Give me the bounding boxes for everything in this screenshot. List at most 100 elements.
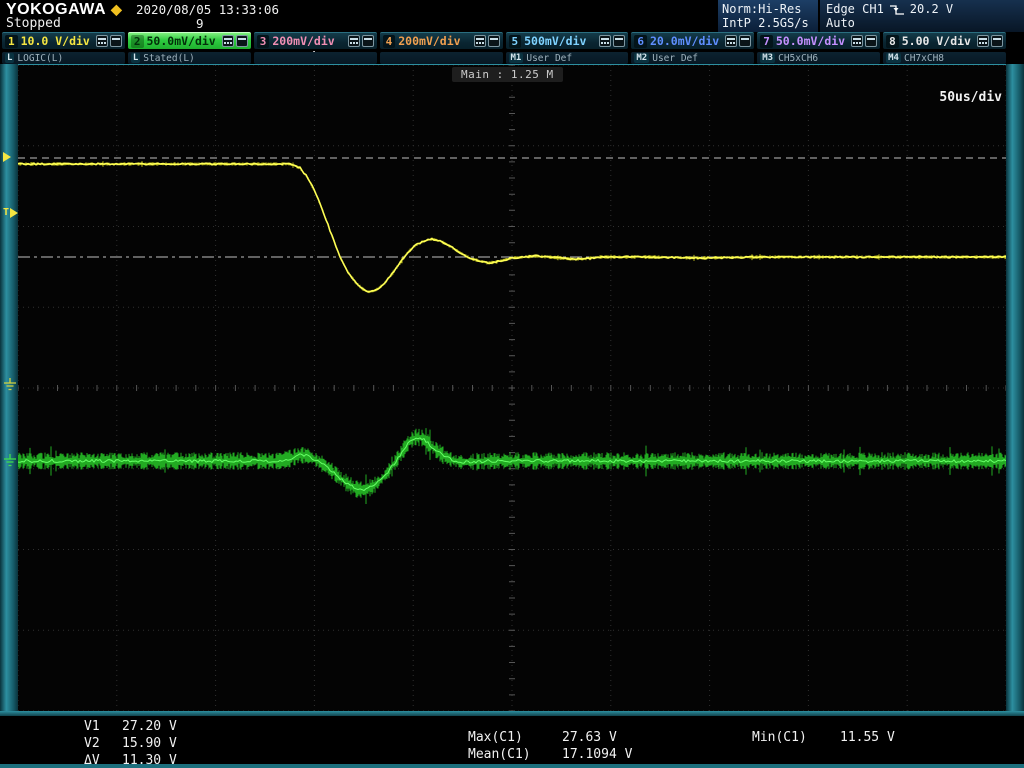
logic-state-box[interactable]: L Stated(L) — [127, 52, 251, 64]
channel-indicator-icons — [851, 35, 878, 47]
dc-coupling-icon — [977, 35, 989, 47]
channel-indicator-icons — [473, 35, 500, 47]
bandwidth-icon — [739, 35, 752, 47]
bandwidth-icon — [487, 35, 500, 47]
acquisition-count: 9 — [196, 16, 204, 31]
channel-box-2[interactable]: 2 50.0mV/div — [127, 32, 251, 49]
brand-diamond-icon: ◆ — [111, 1, 123, 17]
sub-key-badge: M2 — [634, 53, 650, 63]
channel-vdiv-label: 20.0mV/div — [650, 34, 720, 48]
measurement-label: Mean(C1) — [468, 747, 531, 762]
sub-empty-box — [253, 52, 377, 64]
dc-coupling-icon — [599, 35, 612, 47]
dc-coupling-icon — [95, 35, 108, 47]
sub-label: CH5xCH6 — [778, 52, 819, 64]
sample-rate-text: IntP 2.5GS/s — [722, 16, 809, 30]
sub-label: User Def — [652, 52, 698, 64]
measurement-value: 11.55 V — [840, 730, 895, 745]
dc-coupling-icon — [221, 35, 234, 47]
timebase-label: 50us/div — [939, 90, 1002, 105]
channel-number-badge: 5 — [508, 34, 522, 48]
channel-box-8[interactable]: 8 5.00 V/div — [883, 32, 1006, 49]
bottom-teal-strip — [0, 764, 1024, 768]
sub-empty-box — [379, 52, 503, 64]
bandwidth-icon — [613, 35, 626, 47]
sub-label: User Def — [526, 52, 573, 64]
frame-right-edge — [1006, 62, 1024, 716]
channel-box-3[interactable]: 3 200mV/div — [253, 32, 377, 49]
channel-indicator-icons — [347, 35, 374, 47]
measurement-value: 27.63 V — [562, 730, 617, 745]
logic-box[interactable]: L LOGIC(L) — [2, 52, 125, 64]
channel-strip: 1 10.0 V/div 2 50.0mV/div 3 200mV/div 4 200m… — [0, 32, 1024, 51]
auto-measurements-right: Min(C1) 11.55 V — [752, 729, 895, 746]
measurement-label: V2 — [84, 736, 100, 751]
measurement-row: V1 27.20 V — [84, 718, 177, 735]
dc-coupling-icon — [347, 35, 360, 47]
trigger-panel[interactable]: Edge CH1 20.2 V Auto — [820, 0, 1024, 32]
record-length-badge: Main : 1.25 M — [452, 67, 563, 82]
channel-indicator-icons — [725, 35, 752, 47]
measurement-row: Min(C1) 11.55 V — [752, 729, 895, 746]
sub-label: CH7xCH8 — [903, 52, 945, 64]
channel-number-badge: 3 — [256, 34, 270, 48]
bandwidth-icon — [865, 35, 878, 47]
channel-vdiv-label: 200mV/div — [272, 34, 335, 48]
measurement-label: Max(C1) — [468, 730, 523, 745]
sub-label: LOGIC(L) — [17, 52, 64, 64]
channel-indicator-icons — [599, 35, 626, 47]
measurement-row: Max(C1) 27.63 V — [468, 729, 632, 746]
datetime-text: 2020/08/05 13:33:06 — [136, 2, 279, 17]
channel-number-badge: 1 — [5, 34, 18, 48]
acq-mode-text: Norm:Hi-Res — [722, 2, 802, 16]
cursor-measurements: V1 27.20 V V2 15.90 V ΔV 11.30 V — [84, 718, 177, 768]
falling-edge-icon — [889, 4, 904, 15]
sub-key-badge: M1 — [508, 53, 524, 63]
acquisition-status: Stopped — [6, 16, 61, 31]
trigger-source-text: Edge CH1 — [826, 2, 884, 16]
trigger-level-text: 20.2 V — [909, 2, 954, 16]
channel-number-badge: 6 — [634, 34, 647, 48]
waveform-svg — [17, 64, 1007, 712]
frame-bottom-edge — [0, 711, 1024, 716]
auto-measurements-center: Max(C1) 27.63 V Mean(C1) 17.1094 V — [468, 729, 632, 763]
channel-box-7[interactable]: 7 50.0mV/div — [757, 32, 881, 49]
dc-coupling-icon — [851, 35, 864, 47]
oscilloscope-screen: YOKOGAWA ◆ Stopped 2020/08/05 13:33:06 9 … — [0, 0, 1024, 768]
channel-vdiv-label: 5.00 V/div — [901, 34, 971, 48]
channel-vdiv-label: 10.0 V/div — [20, 34, 90, 48]
dc-coupling-icon — [473, 35, 486, 47]
math2-box[interactable]: M2 User Def — [631, 52, 755, 64]
measurement-bar: V1 27.20 V V2 15.90 V ΔV 11.30 V Max(C1) 27.… — [0, 716, 1024, 768]
acquisition-panel[interactable]: Norm:Hi-Res IntP 2.5GS/s — [718, 0, 818, 32]
channel-vdiv-label: 50.0mV/div — [146, 34, 216, 48]
math1-box[interactable]: M1 User Def — [505, 52, 629, 64]
bandwidth-icon — [361, 35, 374, 47]
math3-box[interactable]: M3 CH5xCH6 — [757, 52, 881, 64]
channel-number-badge: 8 — [886, 34, 899, 48]
channel-box-5[interactable]: 5 500mV/div — [505, 32, 629, 49]
channel-vdiv-label: 50.0mV/div — [775, 34, 846, 48]
header-bar: YOKOGAWA ◆ Stopped 2020/08/05 13:33:06 9 … — [0, 0, 1024, 32]
channel-box-1[interactable]: 1 10.0 V/div — [2, 32, 125, 49]
measurement-value: 27.20 V — [122, 719, 177, 734]
channel-indicator-icons — [221, 35, 248, 47]
channel-box-6[interactable]: 6 20.0mV/div — [631, 32, 755, 49]
waveform-display-area — [17, 64, 1007, 712]
sub-key-badge: M3 — [760, 53, 776, 63]
sub-label: Stated(L) — [143, 52, 195, 64]
measurement-value: 17.1094 V — [562, 747, 633, 762]
sub-channel-strip: L LOGIC(L) L Stated(L) M1 User Def M2 User D… — [0, 52, 1024, 64]
sub-key-badge: L — [5, 53, 15, 63]
measurement-row: Mean(C1) 17.1094 V — [468, 746, 632, 763]
measurement-value: 15.90 V — [122, 736, 177, 751]
channel-number-badge: 2 — [130, 34, 144, 48]
bandwidth-icon — [991, 35, 1003, 47]
frame-left-edge — [0, 62, 18, 716]
bandwidth-icon — [235, 35, 248, 47]
measurement-row: V2 15.90 V — [84, 735, 177, 752]
math4-box[interactable]: M4 CH7xCH8 — [883, 52, 1006, 64]
channel-vdiv-label: 200mV/div — [398, 34, 461, 48]
channel-box-4[interactable]: 4 200mV/div — [379, 32, 503, 49]
channel-indicator-icons — [977, 35, 1003, 47]
